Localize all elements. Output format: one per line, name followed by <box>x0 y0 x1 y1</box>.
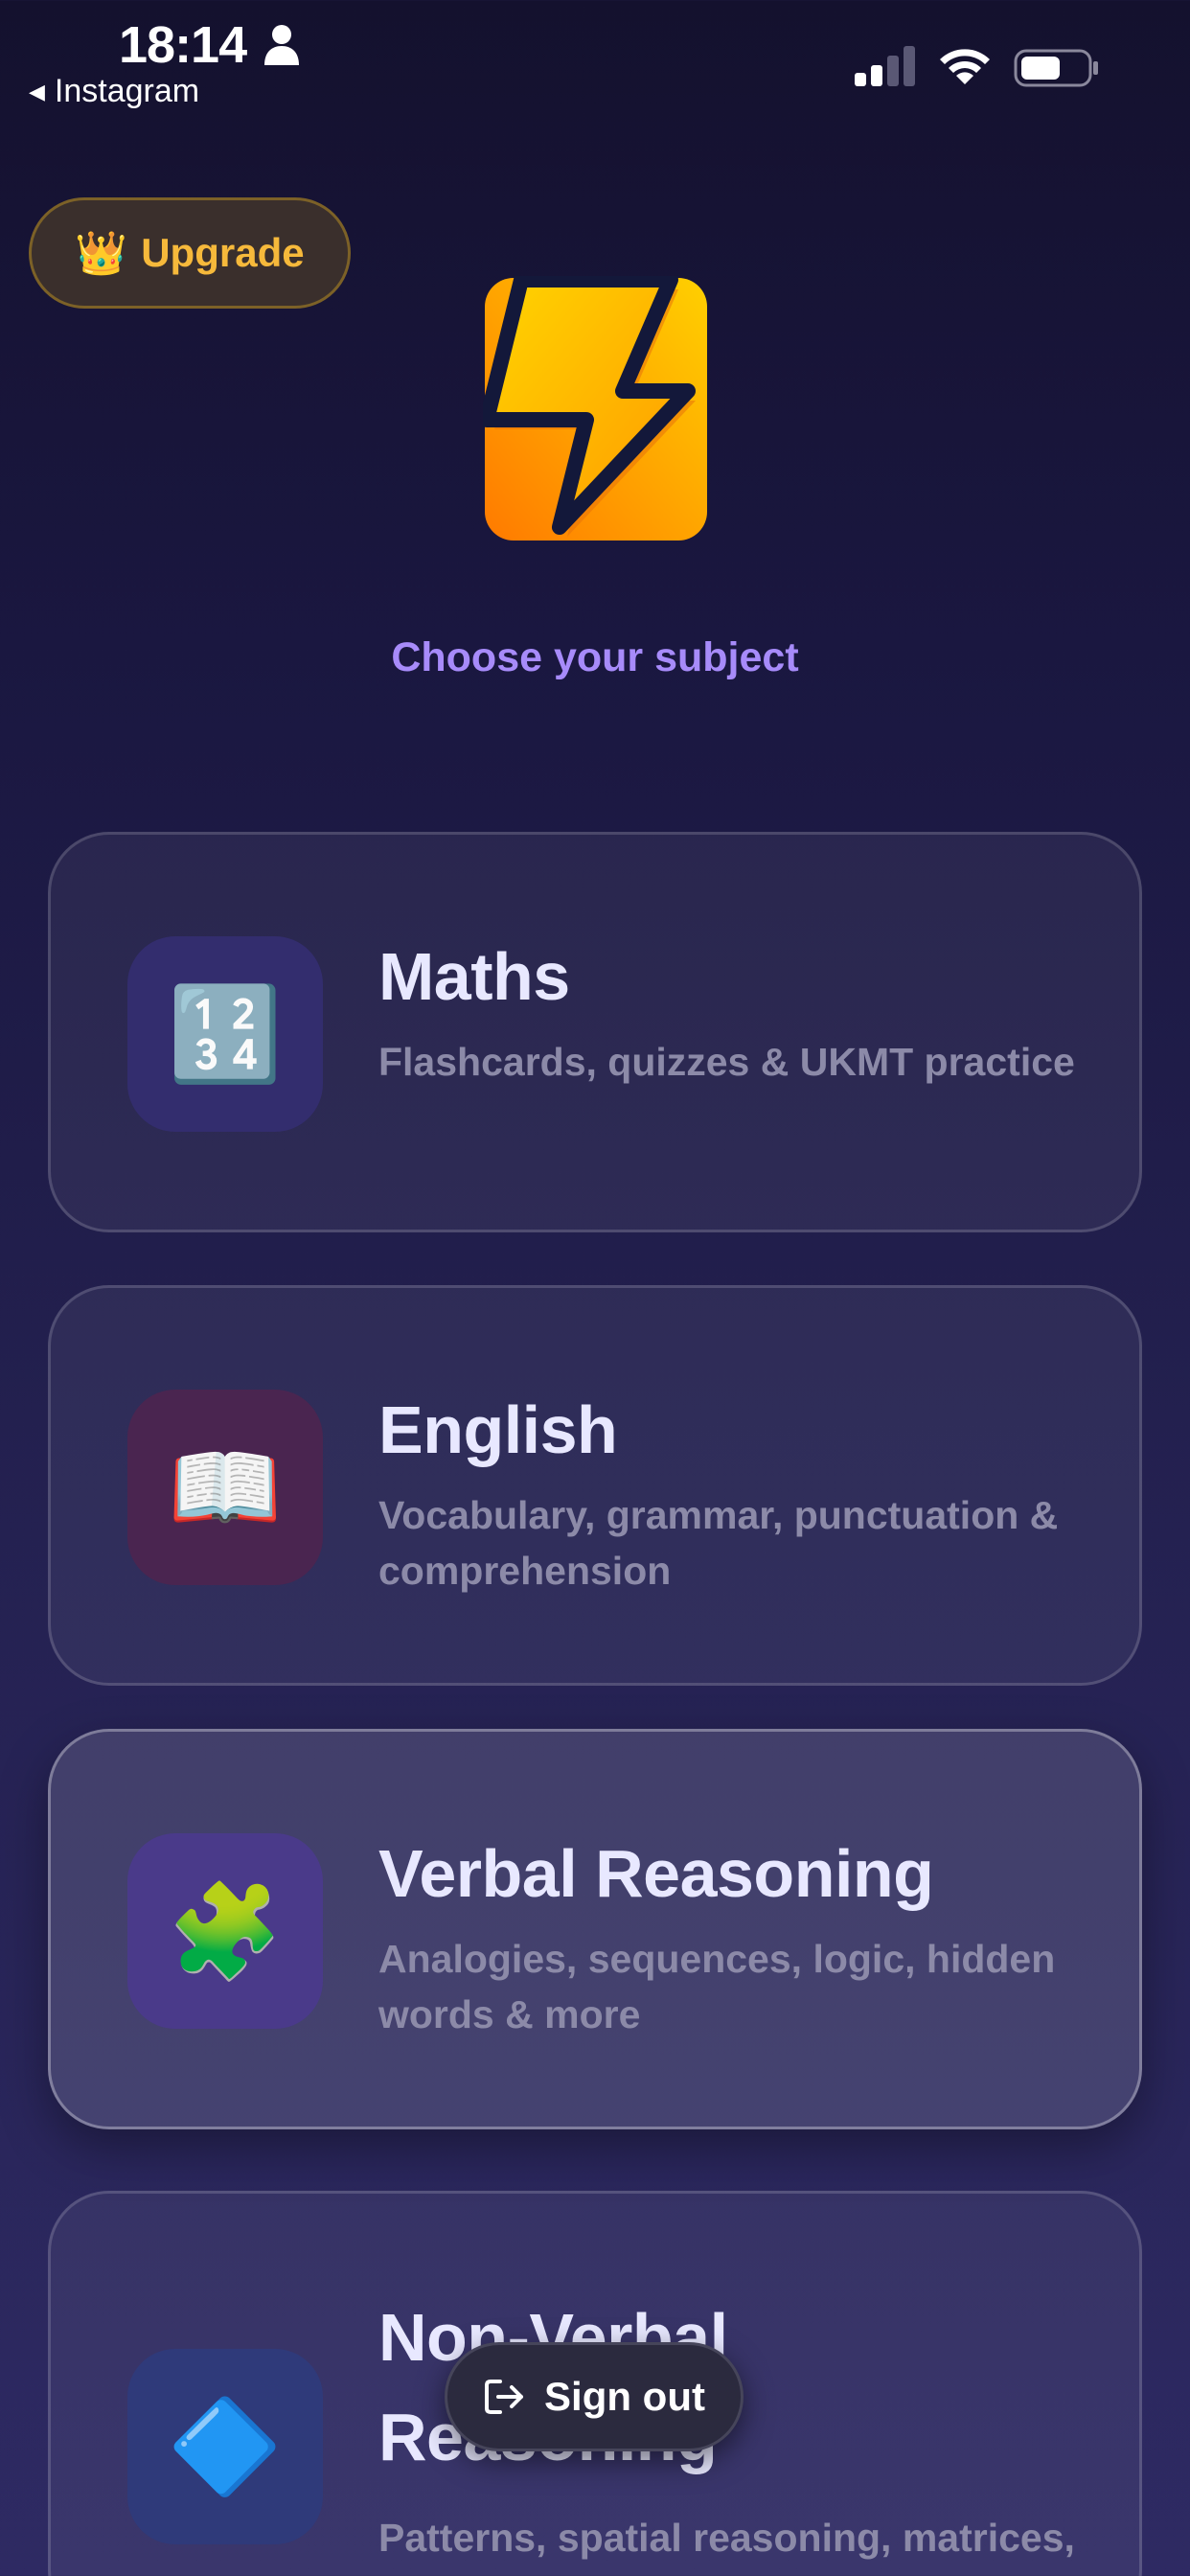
puzzle-icon: 🧩 <box>127 1833 323 2029</box>
status-bar: 18:14 ◀ Instagram <box>0 0 1190 125</box>
book-icon: 📖 <box>127 1390 323 1585</box>
sign-out-label: Sign out <box>544 2374 705 2419</box>
person-icon <box>264 25 299 65</box>
crown-icon: 👑 <box>75 230 128 277</box>
upgrade-button[interactable]: 👑 Upgrade <box>29 197 351 309</box>
subject-card-english[interactable]: 📖 English Vocabulary, grammar, punctuati… <box>48 1285 1142 1686</box>
subject-description: Analogies, sequences, logic, hidden word… <box>378 1937 1056 2036</box>
battery-icon <box>1014 49 1098 87</box>
wifi-icon <box>940 49 990 84</box>
upgrade-label: Upgrade <box>141 230 305 275</box>
back-app-label: Instagram <box>54 73 200 109</box>
numbers-icon: 🔢 <box>127 936 323 1132</box>
subject-title: Maths <box>378 939 570 1014</box>
status-time: 18:14 <box>119 16 247 74</box>
back-to-app-link[interactable]: ◀ Instagram <box>29 73 199 110</box>
diamond-icon: 🔷 <box>127 2349 323 2544</box>
choose-subject-heading: Choose your subject <box>391 634 799 680</box>
lightning-bolt-icon <box>483 276 707 540</box>
subject-description: Patterns, spatial reasoning, matrices, c… <box>378 2516 1075 2576</box>
cellular-signal-icon <box>855 46 915 86</box>
back-arrow-icon: ◀ <box>29 79 45 104</box>
subject-card-verbal-reasoning[interactable]: 🧩 Verbal Reasoning Analogies, sequences,… <box>48 1729 1142 2129</box>
subject-title: Verbal Reasoning <box>378 1836 934 1911</box>
subject-card-maths[interactable]: 🔢 Maths Flashcards, quizzes & UKMT pract… <box>48 832 1142 1232</box>
subject-description: Vocabulary, grammar, punctuation & compr… <box>378 1493 1059 1593</box>
sign-out-button[interactable]: Sign out <box>445 2342 744 2451</box>
subject-description: Flashcards, quizzes & UKMT practice <box>378 1040 1075 1084</box>
subject-title: English <box>378 1392 618 1467</box>
sign-out-icon <box>485 2380 524 2414</box>
